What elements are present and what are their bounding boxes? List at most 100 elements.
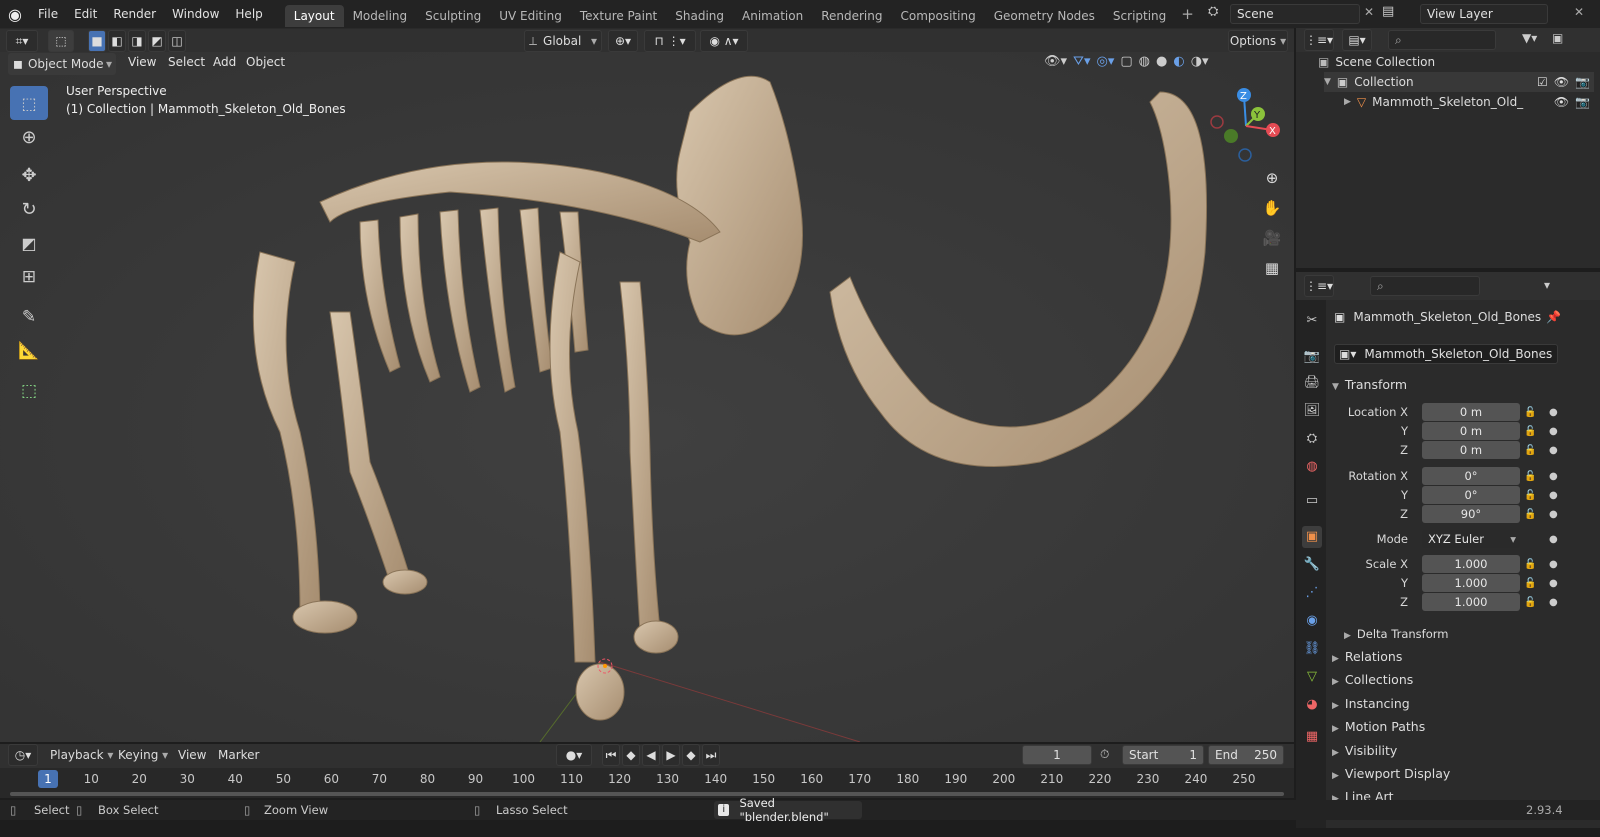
keyframe-dot-icon[interactable]: ●: [1549, 441, 1558, 460]
filter-icon[interactable]: ▼▾: [1522, 31, 1537, 45]
end-frame-field[interactable]: End 250: [1208, 745, 1284, 765]
play-reverse-icon[interactable]: ◀: [642, 744, 660, 766]
annotate-tool[interactable]: ✎: [10, 300, 48, 334]
mode-intersect-icon[interactable]: ◫: [168, 30, 186, 52]
outliner-search-input[interactable]: ⌕: [1388, 30, 1496, 50]
eye-icon[interactable]: 👁: [1554, 92, 1569, 112]
location-x-field[interactable]: 0 m: [1422, 403, 1520, 421]
motion-paths-panel-header[interactable]: ▶ Motion Paths: [1332, 716, 1425, 738]
scene-selector-icon[interactable]: ⛭: [1208, 4, 1228, 24]
cursor-tool[interactable]: ⊕: [10, 120, 48, 154]
3d-viewport[interactable]: [0, 52, 1294, 742]
properties-search-input[interactable]: ⌕: [1370, 276, 1480, 296]
rotation-x-field[interactable]: 0°: [1422, 467, 1520, 485]
visibility-panel-header[interactable]: ▶ Visibility: [1332, 740, 1397, 762]
select-box-tool[interactable]: ⬚: [10, 86, 48, 120]
timeline-scrollbar[interactable]: [10, 792, 1284, 796]
keying-menu[interactable]: Keying ▾: [118, 748, 168, 762]
grid-view-icon[interactable]: ▦: [1258, 254, 1286, 282]
data-tab-icon[interactable]: ▽: [1302, 666, 1322, 688]
tab-sculpting[interactable]: Sculpting: [416, 5, 490, 27]
keyframe-dot-icon[interactable]: ●: [1549, 593, 1558, 612]
keyframe-dot-icon[interactable]: ●: [1549, 505, 1558, 524]
menu-edit[interactable]: Edit: [66, 0, 105, 28]
rotate-tool[interactable]: ↻: [10, 192, 48, 226]
render-camera-icon[interactable]: 📷: [1575, 72, 1590, 92]
snap-icon[interactable]: ⊓ ⋮▾: [644, 30, 696, 52]
instancing-panel-header[interactable]: ▶ Instancing: [1332, 693, 1410, 715]
overlay-icon[interactable]: ◎▾: [1096, 54, 1114, 69]
material-tab-icon[interactable]: ◕: [1302, 694, 1322, 716]
start-frame-field[interactable]: Start 1: [1122, 745, 1204, 765]
display-mode-icon[interactable]: ▤▾: [1342, 29, 1372, 51]
keyframe-dot-icon[interactable]: ●: [1549, 530, 1558, 549]
add-cube-tool[interactable]: ⬚: [10, 374, 48, 408]
prev-keyframe-icon[interactable]: ◆: [622, 744, 640, 766]
rotation-mode-dropdown[interactable]: XYZ Euler ▾: [1422, 530, 1520, 548]
current-frame-field[interactable]: 1: [1022, 745, 1092, 765]
outliner-scene-collection[interactable]: ▣ Scene Collection: [1318, 52, 1435, 72]
tab-shading[interactable]: Shading: [666, 5, 733, 27]
line-art-panel-header[interactable]: ▶ Line Art: [1332, 786, 1394, 800]
tab-geometry-nodes[interactable]: Geometry Nodes: [985, 5, 1104, 27]
lock-icon[interactable]: 🔓: [1524, 505, 1536, 524]
auto-keying-icon[interactable]: ●▾: [556, 744, 592, 766]
keyframe-dot-icon[interactable]: ●: [1549, 555, 1558, 574]
jump-end-icon[interactable]: ⏭: [702, 744, 720, 766]
wireframe-shading-icon[interactable]: ◍: [1139, 54, 1150, 69]
outliner-type-icon[interactable]: ⋮≡▾: [1304, 29, 1334, 51]
tab-compositing[interactable]: Compositing: [891, 5, 984, 27]
mode-invert-icon[interactable]: ◩: [148, 30, 166, 52]
menu-object[interactable]: Object: [238, 50, 293, 74]
properties-type-icon[interactable]: ⋮≡▾: [1304, 275, 1334, 297]
location-y-field[interactable]: 0 m: [1422, 422, 1520, 440]
tab-rendering[interactable]: Rendering: [812, 5, 891, 27]
object-name-field[interactable]: ▣▾ Mammoth_Skeleton_Old_Bones: [1334, 344, 1558, 364]
new-collection-icon[interactable]: ▣: [1552, 31, 1563, 45]
menu-view[interactable]: View: [120, 50, 164, 74]
blender-logo-icon[interactable]: ◉: [0, 5, 30, 24]
outliner-object-row[interactable]: ▶ ▽ Mammoth_Skeleton_Old_ 👁 📷: [1344, 92, 1594, 112]
viewport-display-panel-header[interactable]: ▶ Viewport Display: [1332, 763, 1450, 785]
texture-tab-icon[interactable]: ▦: [1302, 726, 1322, 748]
measure-tool[interactable]: 📐: [10, 334, 48, 368]
scale-tool[interactable]: ◩: [10, 226, 48, 260]
stopwatch-icon[interactable]: ⏱: [1100, 747, 1109, 762]
render-camera-icon[interactable]: 📷: [1575, 92, 1590, 112]
view-layer-icon[interactable]: ▤: [1382, 4, 1402, 19]
relations-panel-header[interactable]: ▶ Relations: [1332, 646, 1402, 668]
outliner-collection-row[interactable]: ▼ ▣ Collection ☑ 👁 📷: [1324, 72, 1594, 92]
tab-uv-editing[interactable]: UV Editing: [490, 5, 571, 27]
select-tool-icon[interactable]: ⬚: [48, 30, 74, 52]
rotation-z-field[interactable]: 90°: [1422, 505, 1520, 523]
rendered-shading-icon[interactable]: ◑▾: [1191, 54, 1209, 69]
lock-icon[interactable]: 🔓: [1524, 593, 1536, 612]
lock-icon[interactable]: 🔓: [1524, 467, 1536, 486]
gizmo-icon[interactable]: ⛛▾: [1073, 54, 1090, 69]
camera-icon[interactable]: 🎥: [1258, 224, 1286, 252]
mode-extend-icon[interactable]: ◧: [108, 30, 126, 52]
menu-window[interactable]: Window: [164, 0, 227, 28]
location-z-field[interactable]: 0 m: [1422, 441, 1520, 459]
playhead-frame-indicator[interactable]: 1: [38, 770, 58, 788]
lock-icon[interactable]: 🔓: [1524, 574, 1536, 593]
pivot-icon[interactable]: ⊕▾: [608, 30, 638, 52]
tab-animation[interactable]: Animation: [733, 5, 812, 27]
tab-scripting[interactable]: Scripting: [1104, 5, 1175, 27]
menu-help[interactable]: Help: [227, 0, 270, 28]
keyframe-dot-icon[interactable]: ●: [1549, 574, 1558, 593]
lock-icon[interactable]: 🔓: [1524, 555, 1536, 574]
lock-icon[interactable]: 🔓: [1524, 403, 1536, 422]
close-scene-icon[interactable]: ✕: [1364, 5, 1374, 19]
pan-hand-icon[interactable]: ✋: [1258, 194, 1286, 222]
jump-start-icon[interactable]: ⏮: [602, 744, 620, 766]
lock-icon[interactable]: 🔓: [1524, 441, 1536, 460]
checkbox-icon[interactable]: ☑: [1537, 72, 1548, 92]
playback-menu[interactable]: Playback ▾: [50, 748, 113, 762]
render-tab-icon[interactable]: 📷: [1302, 346, 1322, 368]
lock-icon[interactable]: 🔓: [1524, 486, 1536, 505]
orientation-dropdown[interactable]: ⟂ Global ▾: [524, 30, 602, 52]
xray-icon[interactable]: ▢: [1120, 54, 1132, 69]
chevron-down-icon[interactable]: ▾: [1544, 278, 1550, 292]
zoom-icon[interactable]: ⊕: [1258, 164, 1286, 192]
